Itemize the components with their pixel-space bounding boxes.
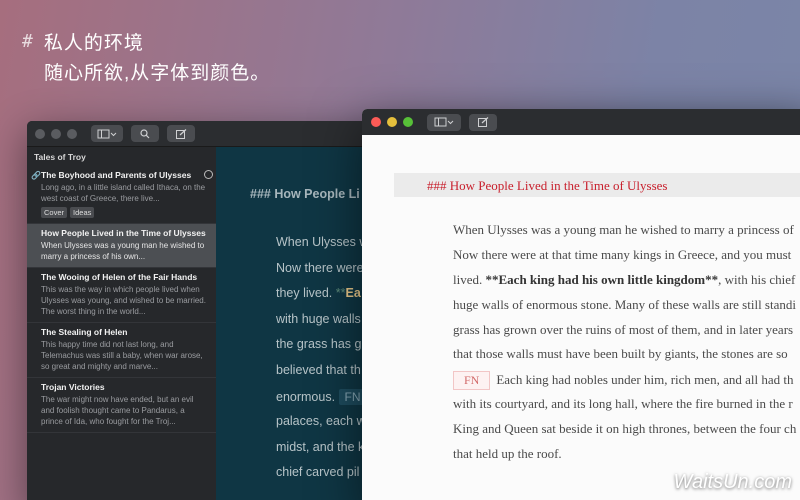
hash-icon: # [22, 30, 34, 52]
editor-line: that held up the roof. [453, 446, 562, 462]
layout-toggle-button[interactable] [91, 125, 123, 142]
sync-icon [204, 170, 213, 179]
pin-icon: 🔗 [31, 171, 41, 180]
bold-markup: ** [335, 286, 346, 301]
notebook-title: Tales of Troy [34, 152, 86, 162]
tag-ideas[interactable]: Ideas [70, 207, 95, 218]
bold-text: **Each king had his own little kingdom** [485, 271, 719, 287]
note-title: Trojan Victories [41, 382, 105, 392]
note-item[interactable]: The Wooing of Helen of the Fair Hands Th… [27, 268, 216, 323]
note-title: The Boyhood and Parents of Ulysses [41, 170, 192, 180]
note-preview: Long ago, in a little island called Itha… [41, 183, 206, 203]
close-button[interactable] [371, 117, 381, 127]
note-preview: This was the way in which people lived w… [41, 285, 206, 316]
markdown-heading: ### How People Lived in the Time of Ulys… [427, 178, 668, 193]
minimize-button[interactable] [387, 117, 397, 127]
editor-text: lived. [453, 271, 486, 287]
note-item[interactable]: Trojan Victories The war might now have … [27, 378, 216, 433]
editor-text: enormous. [276, 389, 336, 404]
editor-line: grass has grown over the ruins of most o… [453, 321, 794, 337]
hero-title: 私人的环境 [43, 32, 144, 54]
front-titlebar [362, 109, 800, 135]
editor-text: they lived. [276, 286, 333, 301]
editor-line: When Ulysses was a young man he wished t… [453, 222, 794, 237]
note-title: The Stealing of Helen [41, 327, 128, 337]
layout-icon [97, 129, 117, 138]
layout-toggle-button[interactable] [427, 113, 461, 131]
note-preview: This happy time did not last long, and T… [41, 340, 203, 371]
layout-icon [434, 117, 454, 127]
tag-cover[interactable]: Cover [41, 207, 68, 218]
light-editor-body[interactable]: When Ulysses was a young man he wished t… [453, 222, 796, 471]
note-title: How People Lived in the Time of Ulysses [41, 228, 206, 238]
zoom-dot-inactive[interactable] [67, 128, 77, 139]
compose-button[interactable] [469, 113, 497, 131]
note-tags: Cover Ideas [41, 207, 208, 218]
search-button[interactable] [131, 125, 159, 142]
note-preview: The war might now have ended, but an evi… [41, 395, 194, 426]
note-item-selected[interactable]: How People Lived in the Time of Ulysses … [27, 224, 216, 268]
front-window: ### How People Lived in the Time of Ulys… [362, 109, 800, 500]
editor-text: Each king had nobles under him, rich men… [496, 372, 794, 388]
minimize-dot-inactive[interactable] [51, 128, 61, 139]
hero-title-row: # 私人的环境 [22, 28, 270, 54]
note-item[interactable]: The Stealing of Helen This happy time di… [27, 323, 216, 378]
editor-line: huge walls of enormous stone. Many of th… [453, 296, 796, 312]
editor-line: FN Each king had nobles under him, rich m… [453, 371, 796, 396]
editor-line: Now there were at that time many kings i… [453, 246, 792, 262]
hero-subtitle: 随心所欲,从字体到颜色。 [44, 63, 271, 84]
compose-button[interactable] [167, 125, 195, 142]
zoom-button[interactable] [403, 117, 413, 127]
compose-icon [477, 117, 488, 127]
note-list-sidebar: Tales of Troy 🔗 The Boyhood and Parents … [27, 147, 216, 500]
compose-icon [175, 128, 186, 139]
editor-line: lived. **Each king had his own little ki… [453, 272, 796, 297]
note-item[interactable]: 🔗 The Boyhood and Parents of Ulysses Lon… [27, 166, 216, 224]
editor-line: King and Queen sat beside it on high thr… [453, 421, 797, 437]
hero-text: # 私人的环境 随心所欲,从字体到颜色。 [22, 28, 270, 85]
editor-text: , with his chief [718, 271, 796, 287]
note-preview: When Ulysses was a young man he wished t… [41, 241, 205, 261]
markdown-heading: ### How People Li [250, 187, 360, 201]
editor-line: with its courtyard, and its long hall, w… [453, 396, 793, 412]
search-icon [140, 128, 150, 138]
editor-line: that those walls must have been built by… [453, 346, 788, 362]
close-dot-inactive[interactable] [35, 128, 45, 139]
watermark: WaitsUn.com [673, 471, 792, 493]
bold-text: Ea [345, 286, 361, 301]
note-title: The Wooing of Helen of the Fair Hands [41, 272, 198, 282]
footnote-marker[interactable]: FN [453, 371, 491, 391]
